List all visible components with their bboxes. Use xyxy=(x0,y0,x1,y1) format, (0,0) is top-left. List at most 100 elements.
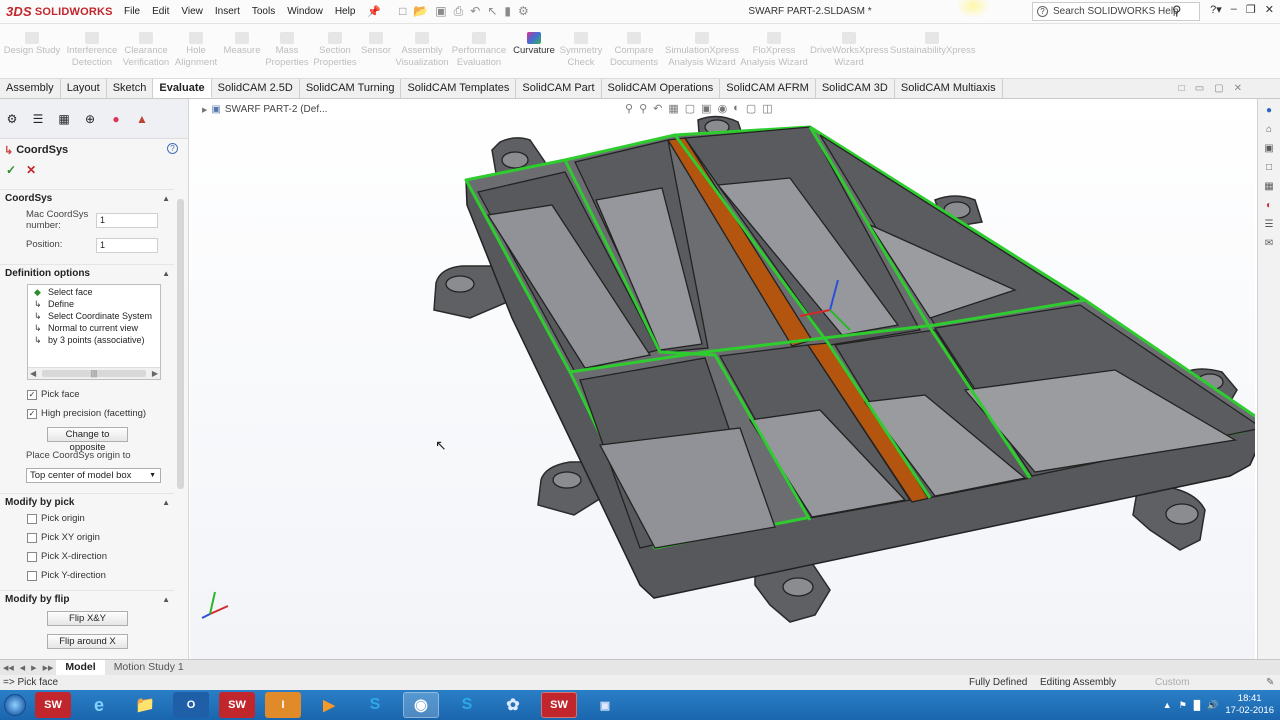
sustainabilityxpress-button[interactable]: SustainabilityXpress xyxy=(890,32,976,57)
start-button[interactable] xyxy=(0,690,30,720)
file-explorer-icon[interactable]: □ xyxy=(1262,162,1276,178)
maximize-doc-icon[interactable]: ▢ xyxy=(1214,83,1223,94)
folder-icon[interactable]: 📁 xyxy=(127,692,163,718)
flag-icon[interactable]: ⚑ xyxy=(1179,700,1187,711)
ok-check-icon[interactable]: ✓ xyxy=(6,163,16,177)
list-horizontal-scrollbar[interactable]: ◀ ||| ▶ xyxy=(28,367,160,379)
rebuild-icon[interactable]: ▮ xyxy=(504,4,511,19)
design-study-button[interactable]: Design Study xyxy=(2,32,62,57)
solidworks-pdm-icon[interactable]: I xyxy=(265,692,301,718)
new-icon[interactable]: □ xyxy=(399,4,406,19)
driveworksxpress-button[interactable]: DriveWorksXpress Wizard xyxy=(810,32,888,69)
simulationxpress-button[interactable]: SimulationXpress Analysis Wizard xyxy=(664,32,740,69)
definition-options-list[interactable]: ◆ Select face ↳ Define ↳ Select Coordinate … xyxy=(27,284,161,380)
tab-evaluate[interactable]: Evaluate xyxy=(153,79,212,98)
pin-icon[interactable]: 📌 xyxy=(367,5,381,18)
list-item-select-coordinate-system[interactable]: ↳ Select Coordinate System xyxy=(28,310,160,322)
scroll-right-icon[interactable]: ▶ xyxy=(152,369,158,378)
change-to-opposite-button[interactable]: Change to opposite xyxy=(47,427,128,453)
pick-origin-checkbox[interactable]: Pick origin xyxy=(27,513,85,524)
forum-icon[interactable]: ✉ xyxy=(1262,238,1276,254)
scroll-left-icon[interactable]: ◀ xyxy=(30,369,36,378)
display-manager-icon[interactable]: ● xyxy=(107,110,125,128)
appearances-icon[interactable]: ◐ xyxy=(1262,200,1276,216)
skype-business-icon[interactable]: S xyxy=(449,692,485,718)
configuration-manager-icon[interactable]: ▦ xyxy=(55,110,73,128)
rebuild-status-icon[interactable]: ✎ xyxy=(1266,677,1274,688)
help-icon[interactable]: ? xyxy=(167,143,178,154)
hole-alignment-button[interactable]: Hole Alignment xyxy=(172,32,220,69)
cancel-x-icon[interactable]: ✕ xyxy=(26,163,36,177)
symmetry-check-button[interactable]: Symmetry Check xyxy=(558,32,604,69)
list-item-normal-to-view[interactable]: ↳ Normal to current view xyxy=(28,322,160,334)
menu-tools[interactable]: Tools xyxy=(252,6,275,17)
home-icon[interactable]: ⌂ xyxy=(1262,124,1276,140)
modify-by-pick-header[interactable]: Modify by pick ▲ xyxy=(0,493,174,511)
floxpress-button[interactable]: FloXpress Analysis Wizard xyxy=(740,32,808,69)
panel-vertical-scrollbar[interactable] xyxy=(175,199,186,659)
clock[interactable]: 18:41 17-02-2016 xyxy=(1225,693,1274,717)
media-player-icon[interactable]: ▶ xyxy=(311,692,347,718)
tab-model[interactable]: Model xyxy=(56,660,105,675)
collapse-icon[interactable]: ▲ xyxy=(162,194,170,203)
network-app-icon[interactable]: ✿ xyxy=(495,692,531,718)
first-tab-icon[interactable]: ◀◀ xyxy=(3,664,14,672)
close-button[interactable]: ✕ xyxy=(1265,3,1274,16)
pick-x-direction-checkbox[interactable]: Pick X-direction xyxy=(27,551,107,562)
tray-expand-icon[interactable]: ▲ xyxy=(1163,700,1172,710)
high-precision-checkbox[interactable]: ✓ High precision (facetting) xyxy=(27,408,146,419)
collapse-icon[interactable]: ▲ xyxy=(162,595,170,604)
options-icon[interactable]: ⚙ xyxy=(518,4,529,19)
list-item-three-points[interactable]: ↳ by 3 points (associative) xyxy=(28,334,160,346)
chrome-icon[interactable]: ◉ xyxy=(403,692,439,718)
help-menu-icon[interactable]: ?▾ xyxy=(1210,3,1222,16)
pick-y-direction-checkbox[interactable]: Pick Y-direction xyxy=(27,570,106,581)
open-icon[interactable]: 📂 xyxy=(413,4,428,19)
design-library-icon[interactable]: ▣ xyxy=(1262,143,1276,159)
menu-insert[interactable]: Insert xyxy=(215,6,240,17)
menu-help[interactable]: Help xyxy=(335,6,356,17)
tab-motion-study-1[interactable]: Motion Study 1 xyxy=(105,660,193,675)
solidworks-active-taskbar-icon[interactable]: SW xyxy=(541,692,577,718)
save-icon[interactable]: ▣ xyxy=(435,4,446,19)
undo-icon[interactable]: ↶ xyxy=(470,4,480,19)
dimxpert-icon[interactable]: ⊕ xyxy=(81,110,99,128)
flip-xy-button[interactable]: Flip X&Y xyxy=(47,611,128,626)
mac-coordsys-number-field[interactable]: 1 xyxy=(96,213,158,228)
feature-manager-icon[interactable]: ⚙ xyxy=(3,110,21,128)
print-icon[interactable]: ⎙ xyxy=(454,4,464,19)
tab-sketch[interactable]: Sketch xyxy=(107,79,154,98)
control-panel-icon[interactable]: ▣ xyxy=(587,692,623,718)
list-item-select-face[interactable]: ◆ Select face xyxy=(28,286,160,298)
next-tab-icon[interactable]: ▶ xyxy=(31,664,36,672)
performance-evaluation-button[interactable]: Performance Evaluation xyxy=(450,32,508,69)
tab-solidcam-turning[interactable]: SolidCAM Turning xyxy=(300,79,402,98)
list-item-define[interactable]: ↳ Define xyxy=(28,298,160,310)
restore-button[interactable]: ❐ xyxy=(1246,3,1256,16)
tile-icon[interactable]: □ xyxy=(1179,83,1185,94)
tab-layout[interactable]: Layout xyxy=(61,79,107,98)
coordsys-section-header[interactable]: CoordSys ▲ xyxy=(0,189,174,207)
place-origin-select[interactable]: Top center of model box ▼ xyxy=(26,468,161,483)
tab-solidcam-3d[interactable]: SolidCAM 3D xyxy=(816,79,895,98)
tab-solidcam-afrm[interactable]: SolidCAM AFRM xyxy=(720,79,816,98)
close-doc-icon[interactable]: ✕ xyxy=(1234,83,1242,94)
section-properties-button[interactable]: Section Properties xyxy=(310,32,360,69)
pick-xy-origin-checkbox[interactable]: Pick XY origin xyxy=(27,532,100,543)
pick-face-checkbox[interactable]: ✓ Pick face xyxy=(27,389,80,400)
interference-detection-button[interactable]: Interference Detection xyxy=(62,32,122,69)
prev-tab-icon[interactable]: ◀ xyxy=(20,664,25,672)
definition-options-header[interactable]: Definition options ▲ xyxy=(0,264,174,282)
swarf-part-model[interactable] xyxy=(190,99,1255,660)
search-icon[interactable]: ⚲ xyxy=(1172,3,1182,19)
menu-edit[interactable]: Edit xyxy=(152,6,169,17)
select-icon[interactable]: ↖ xyxy=(487,4,497,19)
tab-solidcam-multiaxis[interactable]: SolidCAM Multiaxis xyxy=(895,79,1003,98)
collapse-icon[interactable]: ▲ xyxy=(162,269,170,278)
view-palette-icon[interactable]: ▦ xyxy=(1262,181,1276,197)
internet-explorer-icon[interactable]: e xyxy=(81,692,117,718)
network-icon[interactable]: █ xyxy=(1194,700,1200,710)
solidcam-manager-icon[interactable]: ▲ xyxy=(133,110,151,128)
volume-icon[interactable]: 🔊 xyxy=(1207,700,1218,711)
solidworks-2015-taskbar-icon[interactable]: SW xyxy=(35,692,71,718)
